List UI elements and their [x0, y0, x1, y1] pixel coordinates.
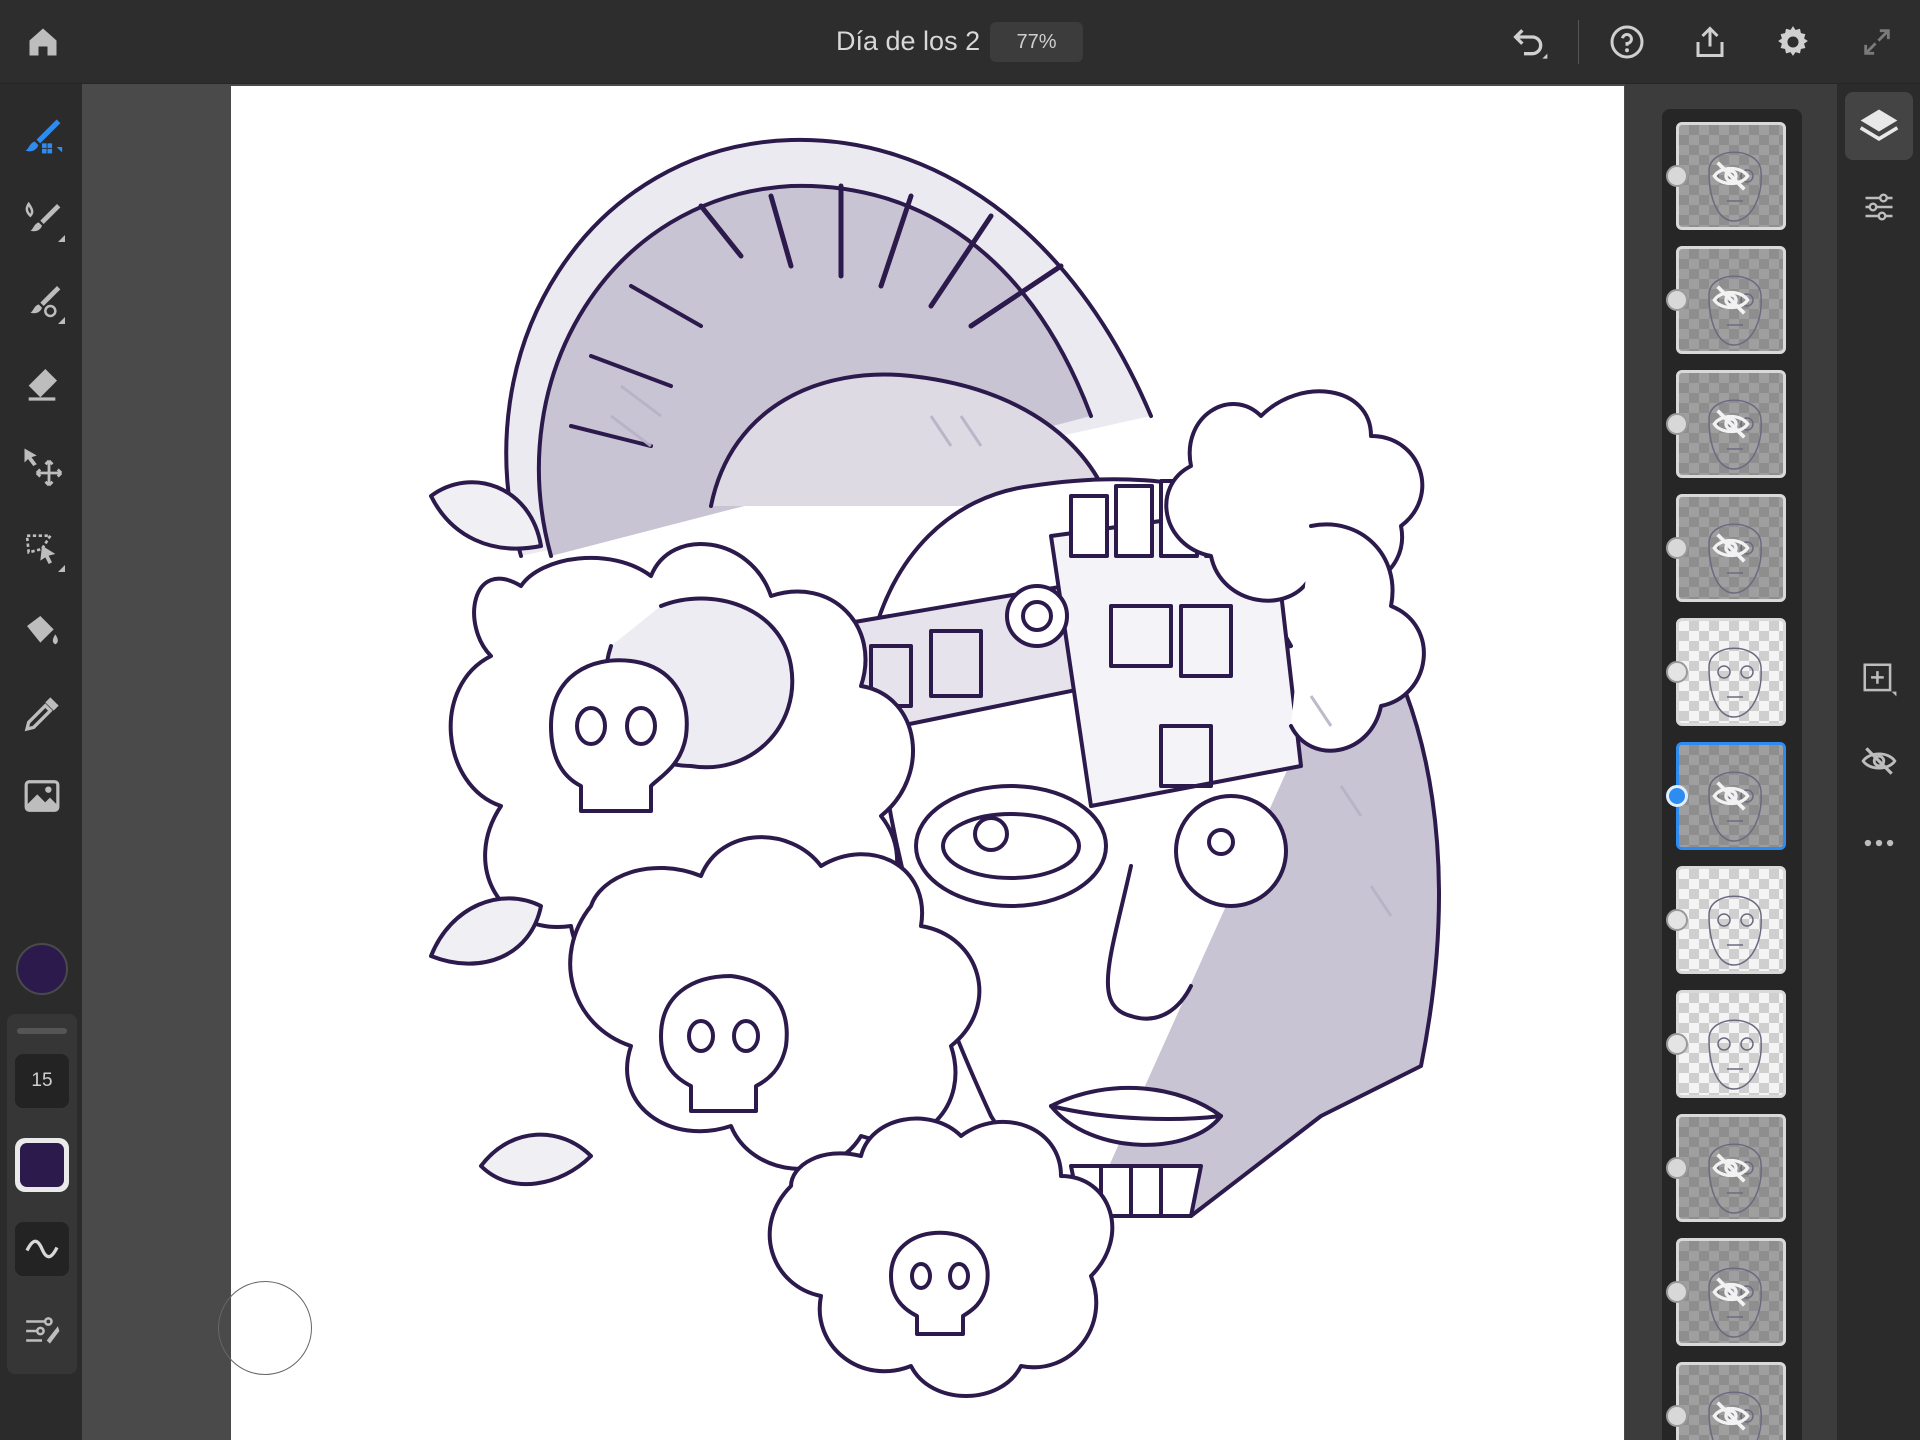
layer-select-handle[interactable] — [1666, 785, 1688, 807]
layers-panel — [1625, 84, 1837, 1440]
layer-thumbnail[interactable] — [1676, 618, 1786, 726]
eye-off-icon — [1711, 156, 1751, 196]
right-toolbar — [1837, 84, 1920, 1440]
image-icon — [24, 780, 60, 812]
settings-button[interactable] — [1771, 20, 1815, 64]
document-title[interactable]: Día de los 2 — [836, 26, 980, 57]
expand-icon — [1864, 29, 1890, 55]
brush-settings-button[interactable] — [15, 1304, 69, 1358]
home-icon — [29, 28, 57, 56]
move-icon — [24, 448, 63, 487]
layer-thumbnail[interactable] — [1676, 1114, 1786, 1222]
tool-transform[interactable] — [17, 441, 67, 491]
eyedropper-icon — [24, 697, 59, 732]
layer-preview — [1689, 875, 1779, 971]
layer-thumbnail[interactable] — [1676, 246, 1786, 354]
layer-select-handle[interactable] — [1666, 1405, 1688, 1427]
layer-thumbnail[interactable] — [1676, 494, 1786, 602]
layer-thumbnail[interactable] — [1676, 1362, 1786, 1440]
brush-settings-icon — [26, 1317, 60, 1344]
layer-select-handle[interactable] — [1666, 413, 1688, 435]
left-toolbar: 15 — [0, 84, 82, 1440]
layer-select-handle[interactable] — [1666, 909, 1688, 931]
divider — [1578, 20, 1579, 64]
eye-off-icon — [1711, 1148, 1751, 1188]
tool-eyedropper[interactable] — [17, 689, 67, 739]
layer-preview — [1689, 999, 1779, 1095]
help-icon — [1610, 25, 1644, 59]
brush-size-field[interactable]: 15 — [15, 1054, 69, 1108]
layer-thumbnail[interactable] — [1676, 370, 1786, 478]
tool-live-brush[interactable] — [17, 194, 67, 244]
tool-properties-panel: 15 — [7, 1014, 77, 1374]
layers-icon — [1859, 109, 1899, 141]
fullscreen-button[interactable] — [1855, 20, 1899, 64]
eye-off-icon — [1711, 1396, 1751, 1436]
panel-handle[interactable] — [17, 1028, 67, 1034]
layer-select-handle[interactable] — [1666, 1281, 1688, 1303]
brush-color-button[interactable] — [15, 1138, 69, 1192]
layer-select-handle[interactable] — [1666, 289, 1688, 311]
tool-pixel-brush[interactable] — [17, 111, 67, 161]
eye-off-icon — [1711, 280, 1751, 320]
help-button[interactable] — [1605, 20, 1649, 64]
hide-layer-button[interactable] — [1845, 727, 1913, 795]
eye-off-icon — [1711, 528, 1751, 568]
mixer-brush-icon — [30, 286, 61, 318]
undo-button[interactable] — [1507, 20, 1551, 64]
layer-select-handle[interactable] — [1666, 537, 1688, 559]
layer-thumbnail[interactable] — [1676, 1238, 1786, 1346]
add-layer-icon — [1863, 663, 1897, 697]
artwork-illustration — [429, 137, 1441, 1398]
live-brush-icon — [25, 201, 61, 232]
more-icon — [1864, 839, 1894, 847]
brush-cursor — [218, 1281, 312, 1375]
color-swatch[interactable] — [16, 943, 68, 995]
layer-select-handle[interactable] — [1666, 1033, 1688, 1055]
eye-off-icon — [1861, 747, 1897, 775]
undo-icon — [1513, 29, 1548, 59]
layers-button[interactable] — [1845, 92, 1913, 160]
share-button[interactable] — [1688, 20, 1732, 64]
tool-place-image[interactable] — [17, 771, 67, 821]
layer-thumbnail[interactable] — [1676, 866, 1786, 974]
lasso-icon — [25, 534, 56, 564]
layer-thumbnail[interactable] — [1676, 122, 1786, 230]
sliders-icon — [1865, 193, 1893, 221]
tool-mixer-brush[interactable] — [17, 276, 67, 326]
top-bar: Día de los 2 77% — [0, 0, 1920, 84]
eye-off-icon — [1711, 404, 1751, 444]
layer-select-handle[interactable] — [1666, 661, 1688, 683]
tool-selection[interactable] — [17, 524, 67, 574]
smoothing-button[interactable] — [15, 1222, 69, 1276]
layer-properties-button[interactable] — [1845, 173, 1913, 241]
layer-select-handle[interactable] — [1666, 165, 1688, 187]
layers-list — [1662, 109, 1802, 1440]
eye-off-icon — [1711, 1272, 1751, 1312]
layer-preview — [1689, 627, 1779, 723]
layer-thumbnail[interactable] — [1676, 990, 1786, 1098]
more-options-button[interactable] — [1845, 809, 1913, 877]
layer-thumbnail[interactable] — [1676, 742, 1786, 850]
paint-bucket-icon — [27, 616, 58, 645]
eraser-icon — [28, 369, 57, 401]
document-canvas[interactable] — [231, 86, 1624, 1440]
tool-eraser[interactable] — [17, 359, 67, 409]
share-icon — [1696, 26, 1724, 57]
wave-icon — [25, 1239, 59, 1259]
zoom-level[interactable]: 77% — [990, 22, 1083, 62]
add-layer-button[interactable] — [1845, 645, 1913, 713]
tool-fill[interactable] — [17, 606, 67, 656]
pixel-brush-icon — [25, 119, 63, 154]
gear-icon — [1778, 26, 1808, 56]
layer-select-handle[interactable] — [1666, 1157, 1688, 1179]
home-button[interactable] — [21, 20, 65, 64]
eye-off-icon — [1711, 776, 1751, 816]
